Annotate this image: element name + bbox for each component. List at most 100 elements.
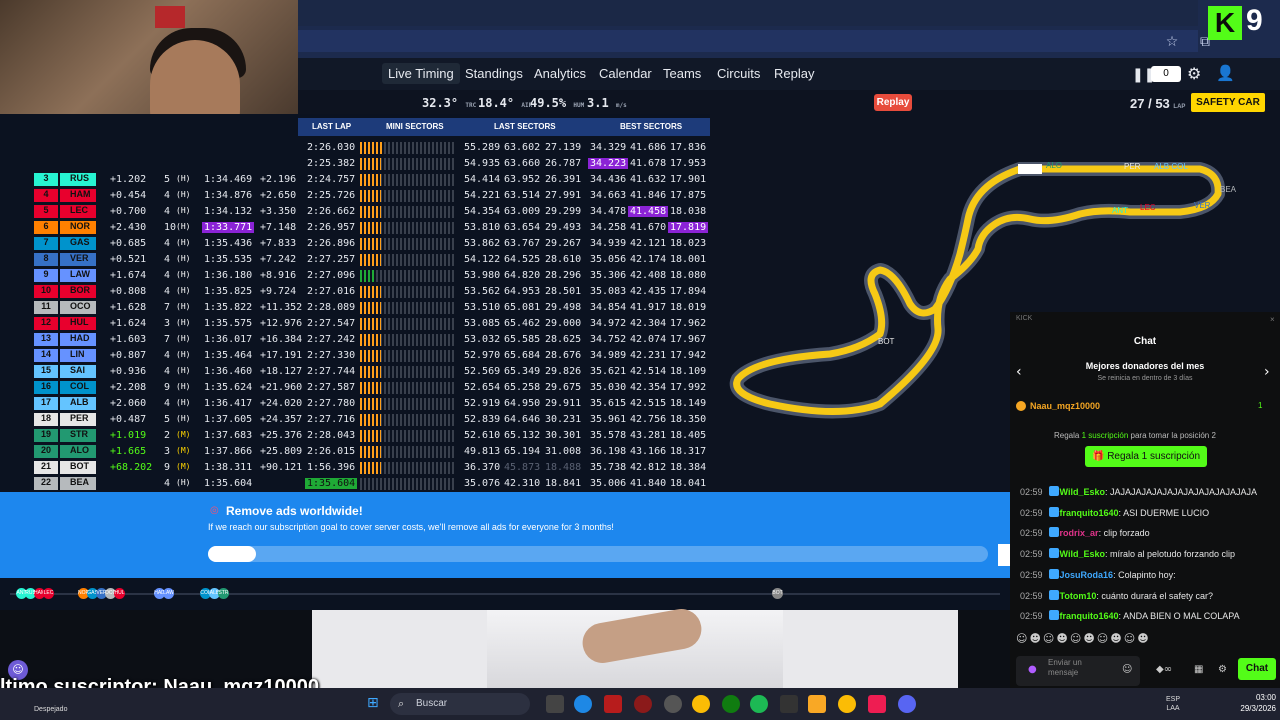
reward-icon[interactable]: ◆∞ (1156, 664, 1172, 675)
table-row[interactable]: 20 ALO +1.665 3 (M) 1:37.866 +25.809 2:26.015 49… (0, 444, 710, 460)
app-icon-red[interactable] (604, 695, 622, 713)
edge-icon[interactable] (574, 695, 592, 713)
app-icon-dark-red[interactable] (634, 695, 652, 713)
best-sector-2: 42.812 (630, 462, 667, 473)
banner-action-button[interactable] (998, 544, 1010, 566)
discord-icon[interactable] (898, 695, 916, 713)
user-icon[interactable]: 👤 (1216, 64, 1235, 82)
top-donor-name[interactable]: Naau_mqz10000 (1030, 401, 1100, 411)
timeline-driver-dot[interactable]: STR (218, 588, 229, 599)
table-row[interactable]: 5 LEC +0.700 4 (H) 1:34.132 +3.350 2:26.662 54.3… (0, 204, 710, 220)
message-username[interactable]: Wild_Esko (1060, 487, 1105, 497)
spotify-icon[interactable] (750, 695, 768, 713)
table-row[interactable]: 11 OCO +1.628 7 (H) 1:35.822 +11.352 2:28.089 53… (0, 300, 710, 316)
message-username[interactable]: JosuRoda16 (1060, 570, 1114, 580)
delay-input[interactable]: 0 (1151, 66, 1181, 82)
header-last-sectors[interactable]: LAST SECTORS (494, 122, 556, 131)
table-row[interactable]: 4 HAM +0.454 4 (H) 1:34.876 +2.650 2:25.726 54.2… (0, 188, 710, 204)
taskbar-search[interactable]: Buscar (390, 693, 530, 715)
table-row[interactable]: 7 GAS +0.685 4 (H) 1:35.436 +7.833 2:26.896 53.8… (0, 236, 710, 252)
chat-message[interactable]: 02:59 JosuRoda16: Colapinto hoy: (1020, 568, 1176, 580)
table-row[interactable]: 8 VER +0.521 4 (H) 1:35.535 +7.242 2:27.257 54.1… (0, 252, 710, 268)
timeline-driver-dot[interactable]: HUL (114, 588, 125, 599)
chat-send-button[interactable]: Chat (1238, 658, 1276, 680)
nav-circuits[interactable]: Circuits (717, 66, 760, 81)
table-row[interactable]: 6 NOR +2.430 10 (H) 1:33.771 +7.148 2:26.957 53.… (0, 220, 710, 236)
table-row[interactable]: 18 PER +0.487 5 (H) 1:37.605 +24.357 2:27.716 52… (0, 412, 710, 428)
table-row[interactable]: 15 SAI +0.936 4 (H) 1:36.460 +18.127 2:27.744 52… (0, 364, 710, 380)
tiktok-icon[interactable] (868, 695, 886, 713)
header-best-sectors[interactable]: BEST SECTORS (620, 122, 682, 131)
table-row[interactable]: 3 RUS +1.202 5 (H) 1:34.469 +2.196 2:24.757 54.4… (0, 172, 710, 188)
nav-standings[interactable]: Standings (465, 66, 523, 81)
table-row[interactable]: 19 STR +1.019 2 (M) 1:37.683 +25.376 2:28.043 52… (0, 428, 710, 444)
chat-message[interactable]: 02:59 rodrix_ar: clip forzado (1020, 527, 1150, 538)
chat-message[interactable]: 02:59 franquito1640: ASI DUERME LUCIO (1020, 506, 1209, 518)
table-row[interactable]: 17 ALB +2.060 4 (H) 1:36.417 +24.020 2:27.780 52… (0, 396, 710, 412)
gift-prompt: Regala 1 suscripción para tomar la posic… (1054, 431, 1216, 440)
store-icon[interactable]: ▦ (1194, 664, 1203, 675)
table-row[interactable]: 14 LIN +0.807 4 (H) 1:35.464 +17.191 2:27.330 52… (0, 348, 710, 364)
chrome-icon[interactable] (692, 695, 710, 713)
table-row[interactable]: 16 COL +2.208 9 (H) 1:35.624 +21.960 2:27.587 52… (0, 380, 710, 396)
chat-message[interactable]: 02:59 franquito1640: ANDA BIEN O MAL COLA… (1020, 610, 1240, 621)
table-row[interactable]: 2:25.382 54.935 63.660 26.787 34.223 41.678 17… (0, 156, 710, 172)
mic-icon[interactable]: ● (1028, 664, 1037, 675)
header-last-lap[interactable]: LAST LAP (312, 122, 351, 131)
nav-analytics[interactable]: Analytics (534, 66, 586, 81)
timeline-driver-dot[interactable]: LEC (43, 588, 54, 599)
last-sector-3: 29.493 (545, 222, 582, 233)
message-username[interactable]: franquito1640 (1060, 611, 1119, 621)
header-mini-sectors[interactable]: MINI SECTORS (386, 122, 444, 131)
table-row[interactable]: 13 HAD +1.603 7 (H) 1:36.017 +16.384 2:27.242 53… (0, 332, 710, 348)
timeline-driver-dot[interactable]: BOT (772, 588, 783, 599)
emoji-icon[interactable]: ☺ (1122, 664, 1132, 675)
chat-message[interactable]: 02:59 Totom10: cuánto durará el safety ca… (1020, 589, 1213, 601)
chat-message[interactable]: 02:59 Wild_Esko: míralo al pelotudo forza… (1020, 548, 1235, 559)
clock[interactable]: 03:00 29/3/2026 (1234, 692, 1276, 714)
gift-subscription-button[interactable]: 🎁 Regala 1 suscripción (1085, 446, 1207, 467)
interval: +24.020 (260, 398, 303, 409)
chrome-icon-2[interactable] (838, 695, 856, 713)
table-row[interactable]: 21 BOT +68.202 9 (M) 1:38.311 +90.121 1:56.396 3… (0, 460, 710, 476)
message-username[interactable]: rodrix_ar (1060, 528, 1099, 538)
close-icon[interactable]: × (1270, 315, 1275, 324)
capcut-icon[interactable] (780, 695, 798, 713)
settings-app-icon[interactable] (664, 695, 682, 713)
best-lap: 1:33.771 (202, 222, 255, 233)
chat-settings-icon[interactable]: ⚙ (1218, 664, 1227, 675)
tyre-icon: (H) (176, 222, 191, 231)
nav-calendar[interactable]: Calendar (599, 66, 652, 81)
table-row[interactable]: 9 LAW +1.674 4 (H) 1:36.180 +8.916 2:27.096 53.9… (0, 268, 710, 284)
task-view-icon[interactable] (546, 695, 564, 713)
chat-message[interactable]: 02:59 Wild_Esko: JAJAJAJAJAJAJAJAJAJAJAJA… (1020, 486, 1257, 497)
interval: +90.121 (260, 462, 303, 473)
best-sector-3: 18.038 (670, 206, 707, 217)
weather-widget[interactable]: Despejado (34, 706, 67, 713)
gap-to-ahead: +1.603 (110, 334, 147, 345)
message-username[interactable]: Totom10 (1060, 591, 1097, 601)
table-row[interactable]: 22 BEA 4 (H) 1:35.604 1:35.604 35.076 42.310 18.… (0, 476, 710, 492)
address-bar[interactable] (298, 30, 1198, 52)
emote-bar[interactable]: ☺☻☺☻☺☻☺☻☺☻ (1016, 632, 1206, 648)
language-indicator[interactable]: ESP LAA (1164, 695, 1182, 713)
windows-start-icon[interactable]: ⊞ (367, 695, 379, 711)
gap-to-ahead: +1.624 (110, 318, 147, 329)
star-icon[interactable]: ☆ (1164, 34, 1180, 50)
folder-icon[interactable] (808, 695, 826, 713)
driver-abbr: LAW (60, 269, 96, 282)
last-sector-2: 65.194 (504, 446, 541, 457)
nav-teams[interactable]: Teams (663, 66, 701, 81)
gear-icon[interactable]: ⚙ (1187, 64, 1201, 83)
nav-live-timing[interactable]: Live Timing (382, 63, 460, 84)
message-username[interactable]: Wild_Esko (1060, 549, 1105, 559)
nav-replay[interactable]: Replay (774, 66, 814, 81)
table-row[interactable]: 10 BOR +0.808 4 (H) 1:35.825 +9.724 2:27.016 53.… (0, 284, 710, 300)
table-row[interactable]: 2:26.030 55.289 63.602 27.139 34.329 41.686 17… (0, 140, 710, 156)
message-username[interactable]: franquito1640 (1060, 508, 1119, 518)
table-row[interactable]: 12 HUL +1.624 3 (H) 1:35.575 +12.976 2:27.547 53… (0, 316, 710, 332)
timeline-driver-dot[interactable]: LAW (163, 588, 174, 599)
replay-badge[interactable]: Replay (874, 94, 912, 111)
xbox-icon[interactable] (722, 695, 740, 713)
last-sector-2: 65.585 (504, 334, 541, 345)
